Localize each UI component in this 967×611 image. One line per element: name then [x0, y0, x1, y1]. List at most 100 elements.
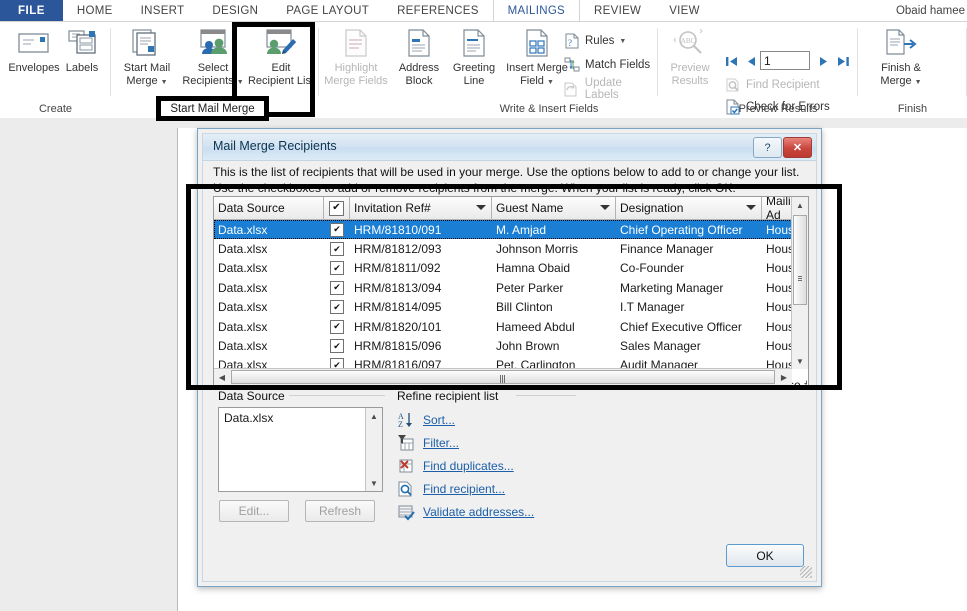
chevron-down-icon[interactable] — [600, 205, 610, 210]
row-checkbox[interactable]: ✔ — [330, 261, 344, 275]
scroll-right-icon[interactable]: ▶ — [776, 369, 792, 385]
close-icon[interactable]: ✕ — [783, 137, 812, 158]
finish-and-merge-button[interactable]: Finish & Merge ▼ — [870, 26, 932, 88]
filter-link[interactable]: Filter... — [397, 434, 459, 452]
edit-recipient-list-button[interactable]: Edit Recipient List — [245, 26, 317, 88]
chevron-down-icon[interactable]: ▼ — [237, 79, 244, 86]
tab-insert[interactable]: INSERT — [127, 0, 199, 22]
edit-data-source-button[interactable]: Edit... — [219, 500, 289, 522]
sort-link[interactable]: AZ Sort... — [397, 411, 455, 429]
ribbon-group-write-insert-fields: Highlight Merge Fields Address Block Gre… — [319, 22, 658, 118]
chevron-down-icon[interactable]: ▼ — [915, 79, 922, 86]
tab-home[interactable]: HOME — [63, 0, 127, 22]
row-checkbox[interactable]: ✔ — [330, 300, 344, 314]
refresh-data-source-button[interactable]: Refresh — [305, 500, 375, 522]
column-header-select-all[interactable]: ✔ — [324, 197, 350, 219]
table-row[interactable]: Data.xlsx ✔ HRM/81815/096 John Brown Sal… — [214, 336, 808, 355]
cell-checkbox[interactable]: ✔ — [324, 220, 350, 239]
tab-mailings[interactable]: MAILINGS — [493, 0, 580, 22]
update-labels-button[interactable]: Update Labels — [563, 78, 658, 100]
column-header-data-source[interactable]: Data Source — [214, 197, 324, 219]
rules-button[interactable]: ? Rules ▼ — [563, 30, 626, 52]
recipients-table[interactable]: Data Source ✔ Invitation Ref# Guest Name… — [213, 196, 809, 386]
table-row[interactable]: Data.xlsx ✔ HRM/81810/091 M. Amjad Chief… — [214, 220, 808, 239]
tab-file[interactable]: FILE — [0, 0, 63, 22]
row-checkbox[interactable]: ✔ — [330, 223, 344, 237]
user-account-name[interactable]: Obaid hamee — [896, 0, 967, 22]
ribbon-group-create: Envelopes Labels Create — [0, 22, 111, 118]
tab-view[interactable]: VIEW — [655, 0, 714, 22]
scroll-up-icon[interactable]: ▲ — [366, 408, 382, 424]
find-recipient-link[interactable]: Find recipient... — [397, 480, 505, 498]
data-source-list[interactable]: Data.xlsx ▲ ▼ — [218, 407, 383, 492]
table-row[interactable]: Data.xlsx ✔ HRM/81812/093 Johnson Morris… — [214, 239, 808, 258]
last-record-button[interactable] — [835, 52, 851, 70]
table-row[interactable]: Data.xlsx ✔ HRM/81811/092 Hamna Obaid Co… — [214, 259, 808, 278]
scroll-up-icon[interactable]: ▲ — [792, 197, 808, 213]
help-button[interactable]: ? — [753, 137, 782, 158]
cell-checkbox[interactable]: ✔ — [324, 239, 350, 258]
cell-invitation-ref: HRM/81812/093 — [350, 239, 492, 258]
scroll-down-icon[interactable]: ▼ — [792, 353, 808, 369]
mail-merge-recipients-dialog: Mail Merge Recipients ? ✕ This is the li… — [197, 128, 822, 587]
tab-references[interactable]: REFERENCES — [383, 0, 493, 22]
callout-start-mail-merge-label: Start Mail Merge — [170, 103, 254, 115]
chevron-down-icon[interactable]: ▼ — [619, 38, 626, 45]
preview-results-button[interactable]: ABC Preview Results — [664, 26, 716, 88]
record-number-input[interactable]: 1 — [760, 51, 810, 70]
ok-button[interactable]: OK — [726, 544, 804, 567]
column-header-designation[interactable]: Designation — [616, 197, 762, 219]
find-recipient-button[interactable]: Find Recipient — [724, 74, 820, 96]
ribbon-content: Envelopes Labels Create Start Mail Merge… — [0, 22, 967, 119]
vertical-scroll-thumb[interactable] — [793, 215, 807, 305]
cell-checkbox[interactable]: ✔ — [324, 336, 350, 355]
table-row[interactable]: Data.xlsx ✔ HRM/81813/094 Peter Parker M… — [214, 278, 808, 297]
horizontal-scroll-thumb[interactable] — [231, 370, 775, 384]
chevron-down-icon[interactable]: ▼ — [547, 79, 554, 86]
find-recipient-label: Find Recipient — [746, 79, 820, 91]
data-source-file-name[interactable]: Data.xlsx — [224, 411, 273, 425]
tab-design[interactable]: DESIGN — [198, 0, 272, 22]
scroll-down-icon[interactable]: ▼ — [366, 475, 382, 491]
resize-grip[interactable] — [800, 566, 812, 578]
greeting-line-button[interactable]: Greeting Line — [447, 26, 501, 88]
row-checkbox[interactable]: ✔ — [330, 281, 344, 295]
next-record-button[interactable] — [816, 52, 832, 70]
table-vertical-scrollbar[interactable]: ▲ ▼ — [791, 197, 808, 369]
chevron-down-icon[interactable] — [476, 205, 486, 210]
finish-merge-icon — [884, 26, 918, 60]
cell-designation: I.T Manager — [616, 298, 762, 317]
highlight-merge-fields-button[interactable]: Highlight Merge Fields — [323, 26, 389, 88]
validate-addresses-link[interactable]: Validate addresses... — [397, 503, 534, 521]
select-recipients-button[interactable]: Select Recipients ▼ — [181, 26, 245, 88]
row-checkbox[interactable]: ✔ — [330, 242, 344, 256]
column-header-invitation-ref[interactable]: Invitation Ref# — [350, 197, 492, 219]
select-all-checkbox[interactable]: ✔ — [329, 201, 344, 216]
dialog-title-bar[interactable]: Mail Merge Recipients ? ✕ — [203, 134, 816, 161]
first-record-button[interactable] — [724, 52, 740, 70]
previous-record-button[interactable] — [743, 52, 759, 70]
cell-checkbox[interactable]: ✔ — [324, 298, 350, 317]
row-checkbox[interactable]: ✔ — [330, 339, 344, 353]
start-mail-merge-button[interactable]: Start Mail Merge ▼ — [115, 26, 179, 88]
table-row[interactable]: Data.xlsx ✔ HRM/81814/095 Bill Clinton I… — [214, 298, 808, 317]
cell-checkbox[interactable]: ✔ — [324, 259, 350, 278]
chevron-down-icon[interactable] — [746, 205, 756, 210]
data-source-scrollbar[interactable]: ▲ ▼ — [365, 408, 382, 491]
address-block-button[interactable]: Address Block — [391, 26, 447, 88]
group-label-finish: Finish — [858, 103, 967, 115]
find-duplicates-link[interactable]: Find duplicates... — [397, 457, 514, 475]
tab-page-layout[interactable]: PAGE LAYOUT — [272, 0, 383, 22]
filter-link-label: Filter... — [423, 436, 459, 450]
cell-checkbox[interactable]: ✔ — [324, 278, 350, 297]
tab-review[interactable]: REVIEW — [580, 0, 655, 22]
row-checkbox[interactable]: ✔ — [330, 320, 344, 334]
chevron-down-icon[interactable]: ▼ — [161, 79, 168, 86]
table-horizontal-scrollbar[interactable]: ◀ ▶ — [214, 368, 792, 385]
labels-button[interactable]: Labels — [50, 26, 114, 75]
table-row[interactable]: Data.xlsx ✔ HRM/81820/101 Hameed Abdul C… — [214, 317, 808, 336]
scroll-left-icon[interactable]: ◀ — [214, 369, 230, 385]
cell-checkbox[interactable]: ✔ — [324, 317, 350, 336]
column-header-guest-name[interactable]: Guest Name — [492, 197, 616, 219]
match-fields-button[interactable]: Match Fields — [563, 54, 650, 76]
